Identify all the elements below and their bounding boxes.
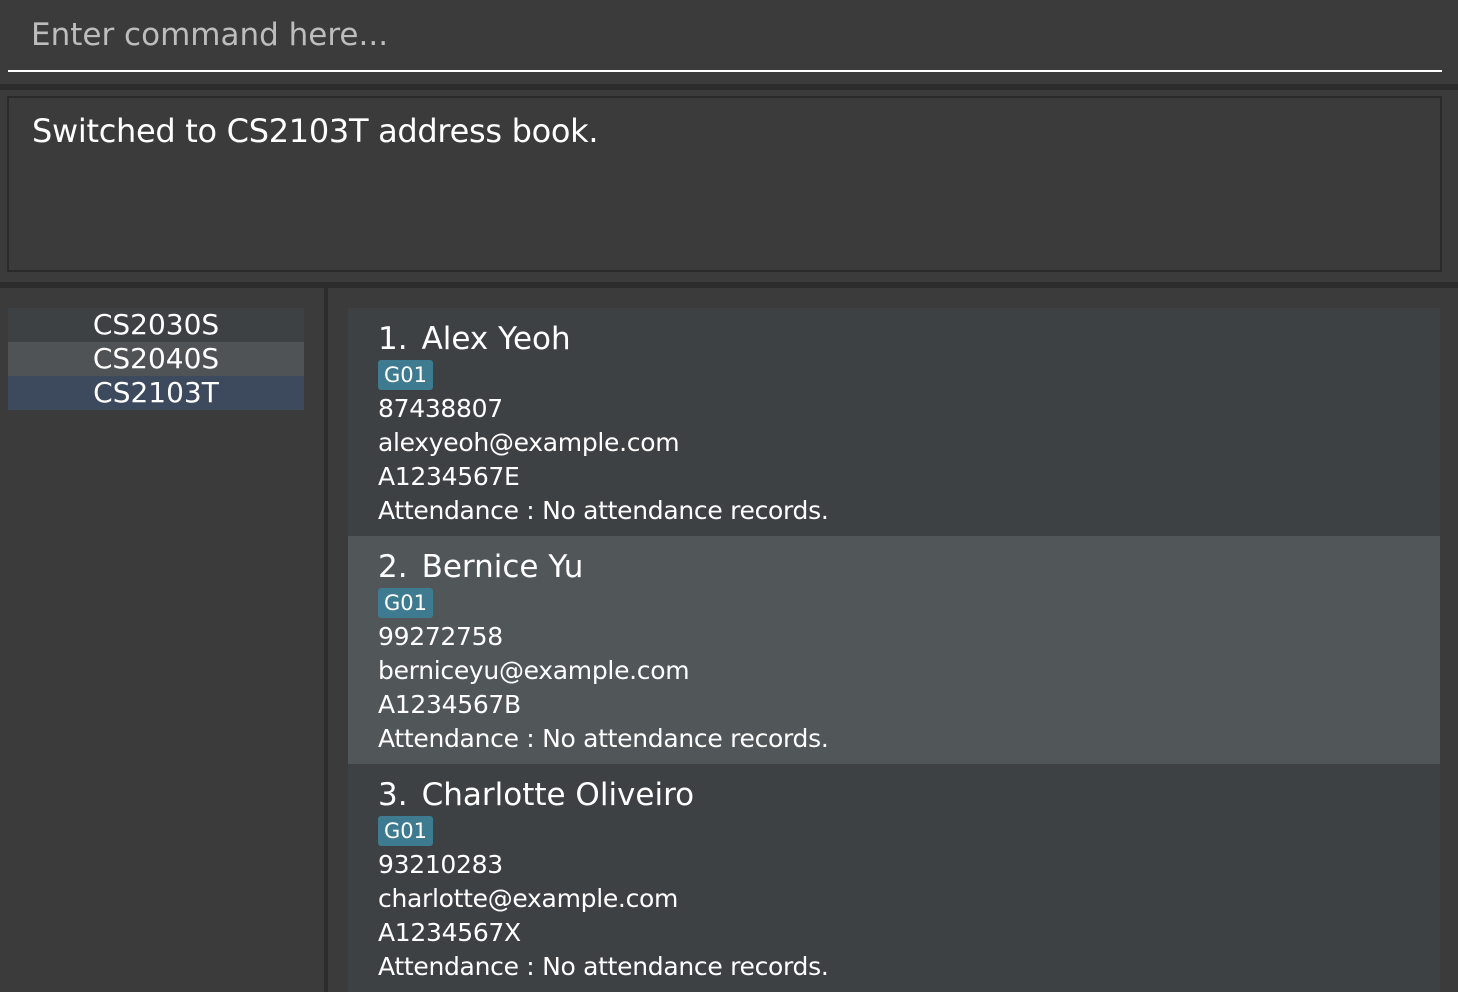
address-book-list: CS2030S CS2040S CS2103T — [8, 308, 304, 410]
main-panel: CS2030S CS2040S CS2103T 1. Alex Yeoh G01 … — [0, 288, 1458, 992]
address-book-item[interactable]: CS2040S — [8, 342, 304, 376]
result-message: Switched to CS2103T address book. — [32, 112, 599, 150]
person-attendance: Attendance : No attendance records. — [378, 724, 829, 753]
person-email: charlotte@example.com — [378, 884, 679, 913]
separator — [0, 84, 1458, 90]
person-name: Charlotte Oliveiro — [421, 777, 695, 813]
person-card[interactable]: 3. Charlotte Oliveiro G01 93210283 charlo… — [348, 764, 1440, 992]
tag-badge: G01 — [378, 588, 433, 618]
pane-divider[interactable] — [324, 288, 328, 992]
person-phone: 93210283 — [378, 850, 503, 879]
person-attendance: Attendance : No attendance records. — [378, 952, 829, 981]
person-index: 3. — [378, 777, 408, 813]
person-card[interactable]: 2. Bernice Yu G01 99272758 berniceyu@exam… — [348, 536, 1440, 764]
result-display: Switched to CS2103T address book. — [7, 96, 1442, 272]
person-card[interactable]: 1. Alex Yeoh G01 87438807 alexyeoh@exampl… — [348, 308, 1440, 536]
command-box — [0, 0, 1458, 84]
person-student-id: A1234567B — [378, 690, 521, 719]
tag-badge: G01 — [378, 816, 433, 846]
person-email: berniceyu@example.com — [378, 656, 690, 685]
command-input[interactable] — [8, 0, 1442, 72]
address-book-item-selected[interactable]: CS2103T — [8, 376, 304, 410]
person-name: Bernice Yu — [421, 549, 584, 585]
person-name: Alex Yeoh — [421, 321, 571, 357]
person-phone: 99272758 — [378, 622, 503, 651]
tag-badge: G01 — [378, 360, 433, 390]
address-book-item[interactable]: CS2030S — [8, 308, 304, 342]
person-list: 1. Alex Yeoh G01 87438807 alexyeoh@exampl… — [348, 308, 1440, 992]
person-index: 1. — [378, 321, 408, 357]
person-index: 2. — [378, 549, 408, 585]
person-email: alexyeoh@example.com — [378, 428, 680, 457]
person-student-id: A1234567E — [378, 462, 520, 491]
person-student-id: A1234567X — [378, 918, 521, 947]
person-phone: 87438807 — [378, 394, 503, 423]
person-attendance: Attendance : No attendance records. — [378, 496, 829, 525]
